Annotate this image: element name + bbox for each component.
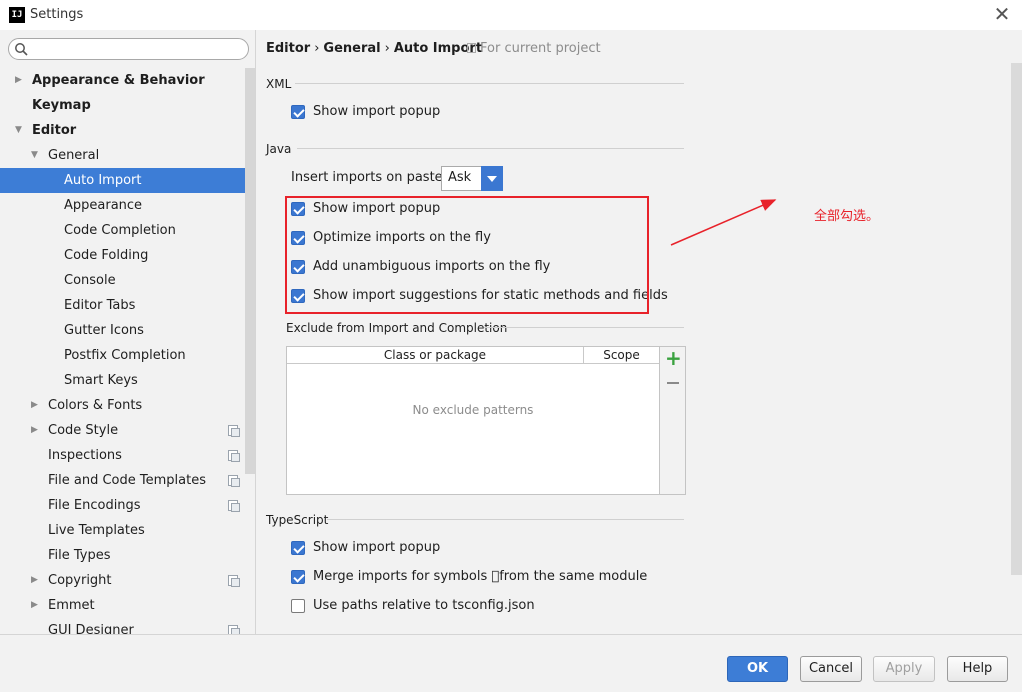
- tree-item-code-completion[interactable]: Code Completion: [0, 218, 255, 243]
- tree-item-editor-tabs[interactable]: Editor Tabs: [0, 293, 255, 318]
- tree-item-appearance-behavior[interactable]: ▶ Appearance & Behavior: [0, 68, 255, 93]
- annotation-note: 全部勾选。: [814, 209, 880, 224]
- tree-item-gutter-icons[interactable]: Gutter Icons: [0, 318, 255, 343]
- tree-item-general[interactable]: ▼ General: [0, 143, 255, 168]
- tree-item-console[interactable]: Console: [0, 268, 255, 293]
- tree-item-emmet[interactable]: ▶ Emmet: [0, 593, 255, 618]
- close-icon[interactable]: ✕: [992, 4, 1012, 24]
- window-title: Settings: [30, 7, 84, 22]
- collapse-arrow-icon[interactable]: ▼: [15, 118, 22, 143]
- ok-button[interactable]: OK: [727, 656, 788, 682]
- title-bar: IJ Settings ✕: [0, 0, 1022, 30]
- project-scope-icon: [228, 450, 240, 462]
- project-scope-icon: [228, 500, 240, 512]
- tree-item-editor[interactable]: ▼ Editor: [0, 118, 255, 143]
- settings-sidebar: ▶ Appearance & Behavior Keymap ▼ Editor …: [0, 30, 256, 634]
- project-scope-icon: [228, 625, 240, 634]
- expand-arrow-icon[interactable]: ▶: [31, 593, 38, 618]
- cancel-button[interactable]: Cancel: [800, 656, 862, 682]
- project-scope-icon: [228, 475, 240, 487]
- collapse-arrow-icon[interactable]: ▼: [31, 143, 38, 168]
- apply-button[interactable]: Apply: [873, 656, 935, 682]
- expand-arrow-icon[interactable]: ▶: [31, 418, 38, 443]
- tree-item-colors-fonts[interactable]: ▶ Colors & Fonts: [0, 393, 255, 418]
- tree-item-file-code-templates[interactable]: File and Code Templates: [0, 468, 255, 493]
- tree-item-smart-keys[interactable]: Smart Keys: [0, 368, 255, 393]
- tree-item-gui-designer[interactable]: GUI Designer: [0, 618, 255, 634]
- tree-item-copyright[interactable]: ▶ Copyright: [0, 568, 255, 593]
- annotation-arrow-icon: [670, 199, 777, 246]
- intellij-app-icon: IJ: [9, 7, 25, 23]
- tree-item-code-style[interactable]: ▶ Code Style: [0, 418, 255, 443]
- tree-item-file-encodings[interactable]: File Encodings: [0, 493, 255, 518]
- project-scope-icon: [228, 425, 240, 437]
- settings-content: Editor › General › Auto Import For current p…: [257, 30, 1022, 634]
- tree-item-postfix-completion[interactable]: Postfix Completion: [0, 343, 255, 368]
- tree-item-appearance[interactable]: Appearance: [0, 193, 255, 218]
- expand-arrow-icon[interactable]: ▶: [15, 68, 22, 93]
- settings-search-input[interactable]: [8, 38, 249, 60]
- sidebar-scrollbar[interactable]: [245, 68, 255, 474]
- expand-arrow-icon[interactable]: ▶: [31, 568, 38, 593]
- tree-item-live-templates[interactable]: Live Templates: [0, 518, 255, 543]
- search-icon: [15, 43, 28, 56]
- project-scope-icon: [228, 575, 240, 587]
- dialog-footer: OK Cancel Apply Help: [0, 634, 1022, 692]
- tree-item-keymap[interactable]: Keymap: [0, 93, 255, 118]
- tree-item-file-types[interactable]: File Types: [0, 543, 255, 568]
- tree-item-inspections[interactable]: Inspections: [0, 443, 255, 468]
- help-button[interactable]: Help: [947, 656, 1008, 682]
- expand-arrow-icon[interactable]: ▶: [31, 393, 38, 418]
- tree-item-auto-import[interactable]: Auto Import: [0, 168, 255, 193]
- tree-item-code-folding[interactable]: Code Folding: [0, 243, 255, 268]
